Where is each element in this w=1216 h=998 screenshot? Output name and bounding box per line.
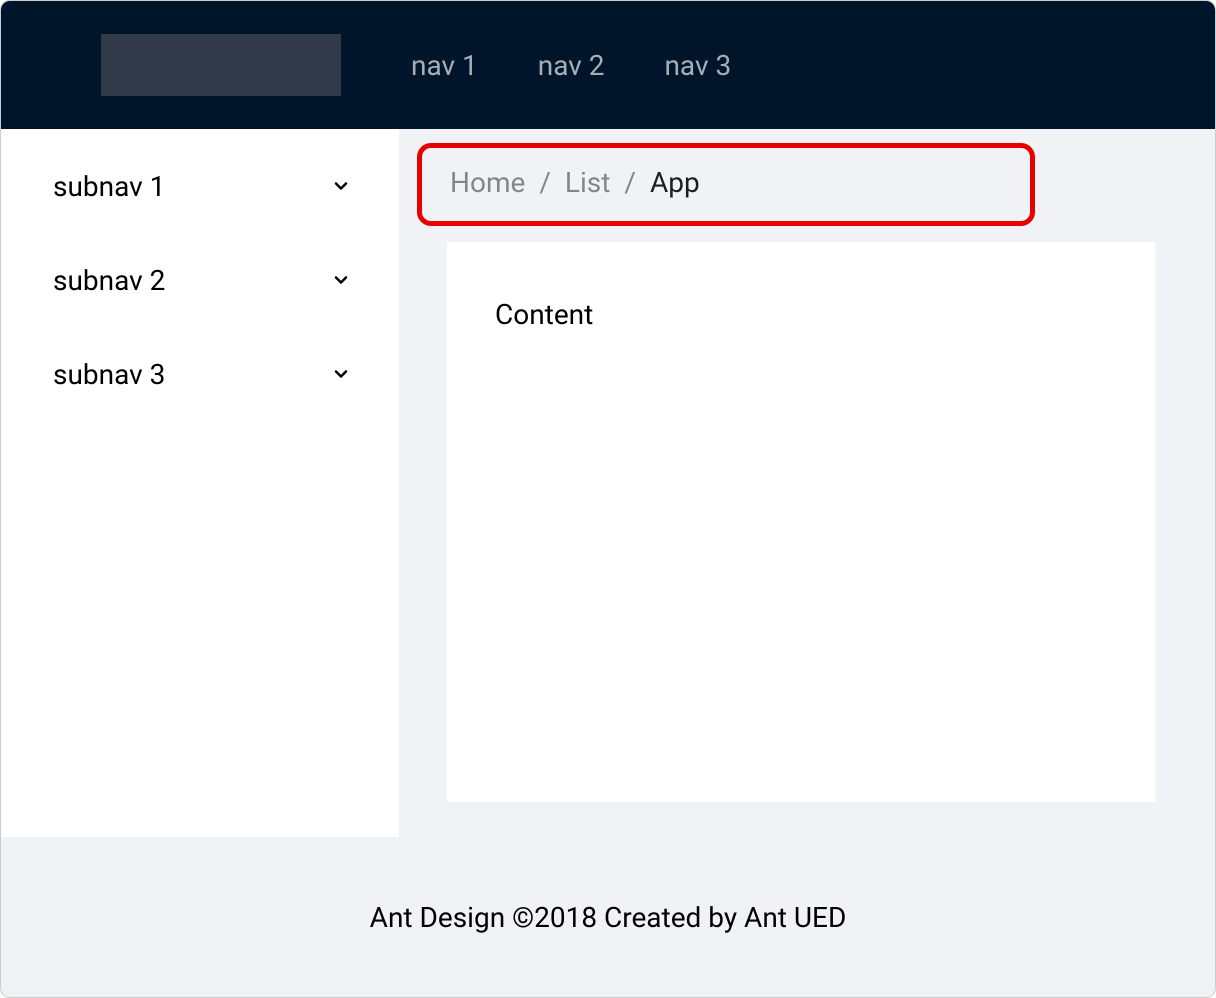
chevron-down-icon [331, 364, 351, 384]
header: nav 1 nav 2 nav 3 [1, 1, 1215, 129]
footer: Ant Design ©2018 Created by Ant UED [1, 837, 1215, 997]
chevron-down-icon [331, 176, 351, 196]
breadcrumb: Home / List / App [450, 166, 1002, 199]
breadcrumb-separator: / [539, 166, 551, 199]
breadcrumb-item-list[interactable]: List [565, 166, 611, 199]
sidebar: subnav 1 subnav 2 subnav 3 [1, 129, 399, 837]
sidebar-item-label: subnav 2 [53, 264, 165, 297]
logo-placeholder [101, 34, 341, 96]
content-text: Content [495, 298, 1107, 331]
main: Home / List / App Content [399, 129, 1215, 837]
sidebar-item-subnav-3[interactable]: subnav 3 [1, 327, 399, 421]
sidebar-item-subnav-1[interactable]: subnav 1 [1, 139, 399, 233]
chevron-down-icon [331, 270, 351, 290]
top-nav-item-2[interactable]: nav 2 [538, 49, 605, 82]
sidebar-item-label: subnav 3 [53, 358, 165, 391]
sidebar-item-label: subnav 1 [53, 170, 165, 203]
breadcrumb-highlight: Home / List / App [417, 143, 1035, 226]
content-card: Content [447, 242, 1155, 802]
body: subnav 1 subnav 2 subnav 3 [1, 129, 1215, 837]
breadcrumb-item-home[interactable]: Home [450, 166, 525, 199]
app-frame: nav 1 nav 2 nav 3 subnav 1 subnav 2 subn… [0, 0, 1216, 998]
top-nav-item-1[interactable]: nav 1 [411, 49, 478, 82]
top-nav-item-3[interactable]: nav 3 [664, 49, 731, 82]
sidebar-item-subnav-2[interactable]: subnav 2 [1, 233, 399, 327]
breadcrumb-separator: / [624, 166, 636, 199]
breadcrumb-item-app: App [650, 166, 700, 199]
footer-text: Ant Design ©2018 Created by Ant UED [370, 901, 847, 934]
top-nav: nav 1 nav 2 nav 3 [411, 49, 731, 82]
